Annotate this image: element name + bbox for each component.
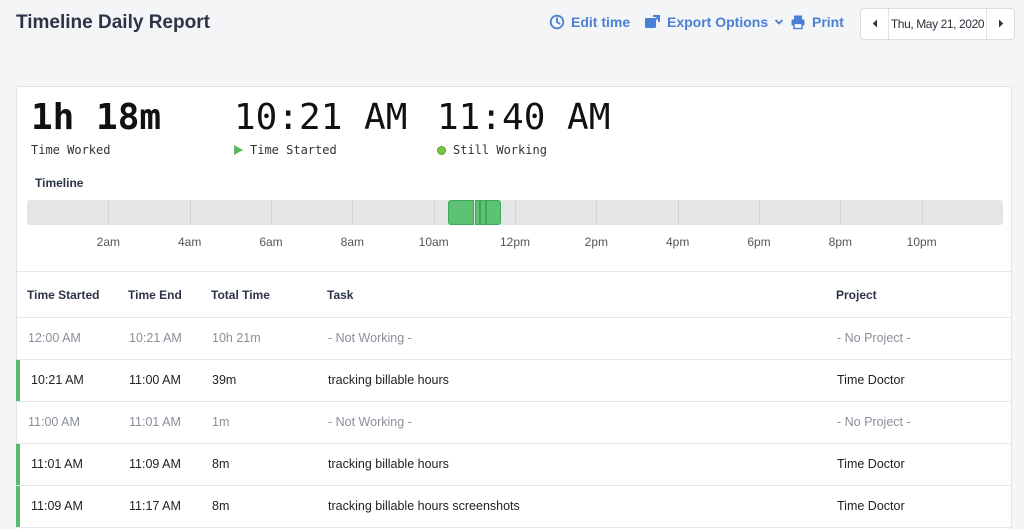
next-day-button[interactable]: [986, 9, 1014, 39]
previous-day-button[interactable]: [861, 9, 889, 39]
cell-task: tracking billable hours screenshots: [328, 499, 520, 513]
timeline-worked-segment[interactable]: [485, 200, 502, 225]
timeline-gridline: [189, 200, 191, 225]
timeline-gridline: [108, 200, 110, 225]
cell-start: 12:00 AM: [28, 331, 81, 345]
cell-project: - No Project -: [837, 415, 911, 429]
table-row[interactable]: 12:00 AM 10:21 AM 10h 21m - Not Working - - …: [17, 318, 1011, 360]
timeline-gridline: [596, 200, 598, 225]
caret-left-icon: [872, 15, 878, 33]
timeline-tick-label: 2am: [96, 235, 120, 249]
time-started-value: 10:21 AM: [234, 97, 408, 138]
timeline-tick-label: 8am: [340, 235, 364, 249]
column-header-project[interactable]: Project: [836, 288, 877, 302]
timeline-gridline: [433, 200, 435, 225]
column-header-start[interactable]: Time Started: [27, 288, 99, 302]
edit-time-label: Edit time: [571, 14, 631, 30]
table-body: 12:00 AM 10:21 AM 10h 21m - Not Working - - …: [16, 318, 1011, 528]
column-header-task[interactable]: Task: [327, 288, 353, 302]
cell-start: 11:01 AM: [31, 457, 83, 471]
chevron-down-icon: [774, 18, 784, 26]
cell-end: 11:00 AM: [129, 373, 181, 387]
time-worked-value: 1h 18m: [31, 97, 162, 138]
timeline-tick-label: 4pm: [665, 235, 690, 249]
cell-project: Time Doctor: [837, 499, 905, 513]
cell-task: tracking billable hours: [328, 373, 449, 387]
cell-end: 11:01 AM: [129, 415, 181, 429]
timeline-tick-label: 12pm: [499, 235, 531, 249]
cell-start: 11:09 AM: [31, 499, 83, 513]
export-options-button[interactable]: Export Options: [644, 14, 784, 30]
timeline-gridline: [352, 200, 354, 225]
still-working-label-text: Still Working: [453, 143, 547, 157]
timeline-tick-label: 2pm: [584, 235, 608, 249]
timeline-worked-segment[interactable]: [447, 200, 475, 225]
column-header-end[interactable]: Time End: [128, 288, 182, 302]
status-dot-icon: [437, 145, 446, 155]
print-button[interactable]: Print: [790, 14, 844, 30]
page-header: Timeline Daily Report Edit time Export O…: [0, 0, 1024, 52]
timeline-tick-label: 10pm: [906, 235, 937, 249]
cell-total: 8m: [212, 457, 230, 471]
column-header-total[interactable]: Total Time: [211, 288, 270, 302]
timeline-tick-label: 4am: [177, 235, 202, 249]
time-worked-label: Time Worked: [31, 143, 110, 157]
date-display[interactable]: Thu, May 21, 2020: [889, 17, 986, 31]
cell-task: - Not Working -: [328, 415, 412, 429]
table-row[interactable]: 11:01 AM 11:09 AM 8m tracking billable hour…: [16, 444, 1011, 486]
cell-total: 39m: [212, 373, 237, 387]
timeline-tick-label: 10am: [418, 235, 449, 249]
play-icon: [234, 145, 243, 155]
timeline-track[interactable]: [27, 200, 1003, 225]
table-row[interactable]: 11:09 AM 11:17 AM 8m tracking billable hour…: [16, 486, 1011, 528]
cell-project: Time Doctor: [837, 457, 905, 471]
time-worked-label-text: Time Worked: [31, 143, 111, 157]
cell-task: tracking billable hours: [328, 457, 449, 471]
timeline-gridline: [759, 200, 760, 225]
cell-end: 10:21 AM: [129, 331, 182, 345]
printer-icon: [790, 14, 806, 30]
cell-total: 1m: [212, 415, 230, 429]
activity-table: Time Started Time End Total Time Task Projec…: [16, 271, 1011, 528]
time-started-label: Time Started: [234, 143, 337, 157]
timeline-gridline: [677, 200, 679, 225]
table-row[interactable]: 11:00 AM 11:01 AM 1m - Not Working - - No Pr…: [17, 402, 1011, 444]
timeline-tick-label: 6am: [259, 235, 283, 249]
timeline-gridline: [840, 200, 842, 225]
page-title: Timeline Daily Report: [16, 12, 210, 33]
still-working-value: 11:40 AM: [437, 97, 611, 138]
cell-task: - Not Working -: [328, 331, 412, 345]
timeline-tick-label: 8pm: [828, 235, 852, 249]
date-picker: Thu, May 21, 2020: [860, 8, 1015, 40]
timeline-gridline: [271, 200, 272, 225]
time-started-label-text: Time Started: [250, 143, 337, 157]
export-options-label: Export Options: [667, 14, 769, 30]
cell-project: - No Project -: [837, 331, 911, 345]
timeline-gridline: [515, 200, 516, 225]
cell-end: 11:17 AM: [129, 499, 181, 513]
print-label: Print: [812, 14, 844, 30]
export-icon: [644, 14, 661, 30]
cell-end: 11:09 AM: [129, 457, 181, 471]
timeline-gridline: [921, 200, 923, 225]
table-row[interactable]: 10:21 AM 11:00 AM 39m tracking billable hou…: [16, 360, 1011, 402]
cell-start: 11:00 AM: [28, 415, 80, 429]
timeline-tick-label: 6pm: [747, 235, 771, 249]
clock-icon: [549, 14, 565, 30]
cell-project: Time Doctor: [837, 373, 905, 387]
still-working-label: Still Working: [437, 143, 547, 157]
timeline-title: Timeline: [35, 176, 84, 190]
cell-total: 8m: [212, 499, 230, 513]
cell-total: 10h 21m: [212, 331, 261, 345]
cell-start: 10:21 AM: [31, 373, 84, 387]
table-header-row: Time Started Time End Total Time Task Projec…: [17, 271, 1011, 318]
caret-right-icon: [998, 15, 1004, 33]
edit-time-button[interactable]: Edit time: [549, 14, 630, 30]
report-card: 1h 18m Time Worked 10:21 AM Time Started…: [16, 86, 1012, 529]
